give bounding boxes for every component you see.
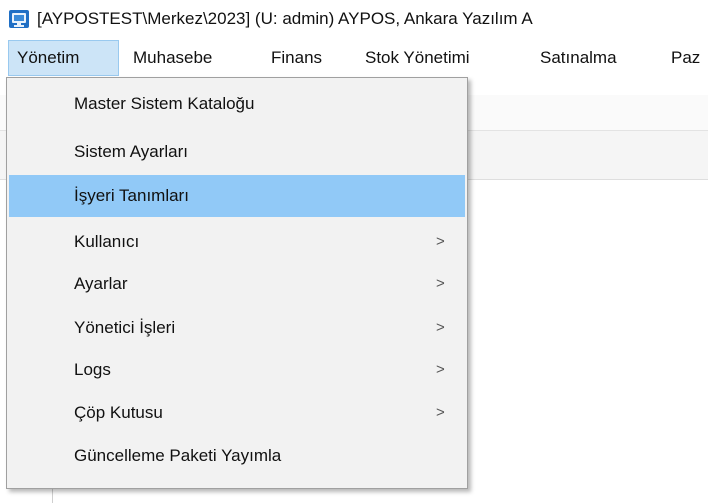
menu-item-label: Sistem Ayarları (74, 142, 189, 161)
menu-item-logs[interactable]: Logs > (9, 349, 465, 391)
menu-finans[interactable]: Finans (271, 40, 322, 76)
menu-pazarlama[interactable]: Paz (671, 40, 700, 76)
menu-item-label: Yönetici İşleri (74, 318, 176, 337)
menu-item-master-sistem-katalogu[interactable]: Master Sistem Kataloğu (9, 83, 465, 125)
menu-item-label: Logs (74, 360, 111, 379)
menu-muhasebe[interactable]: Muhasebe (133, 40, 212, 76)
menu-item-label: Ayarlar (74, 274, 128, 293)
chevron-right-icon: > (436, 233, 445, 250)
menu-satinalma[interactable]: Satınalma (540, 40, 617, 76)
chevron-right-icon: > (436, 404, 445, 421)
menu-item-kullanici[interactable]: Kullanıcı > (9, 221, 465, 263)
menu-item-label: Güncelleme Paketi Yayımla (74, 446, 282, 465)
window-title: [AYPOSTEST\Merkez\2023] (U: admin) AYPOS… (37, 9, 533, 28)
app-logo-icon[interactable] (9, 10, 29, 28)
menu-item-isyeri-tanimlari[interactable]: İşyeri Tanımları (9, 175, 465, 217)
chevron-right-icon: > (436, 361, 445, 378)
menu-item-ayarlar[interactable]: Ayarlar > (9, 263, 465, 305)
menu-item-label: Master Sistem Kataloğu (74, 94, 255, 113)
yonetim-dropdown-menu: Master Sistem Kataloğu Sistem Ayarları İ… (6, 77, 468, 489)
menu-bar: Yönetim Muhasebe Finans Stok Yönetimi Sa… (0, 40, 708, 76)
menu-item-yonetici-isleri[interactable]: Yönetici İşleri > (9, 307, 465, 349)
title-bar: [AYPOSTEST\Merkez\2023] (U: admin) AYPOS… (0, 0, 708, 38)
menu-yonetim[interactable]: Yönetim (8, 40, 119, 76)
menu-item-guncelleme-paketi-yayimla[interactable]: Güncelleme Paketi Yayımla (9, 435, 465, 477)
chevron-right-icon: > (436, 319, 445, 336)
menu-item-label: Kullanıcı (74, 232, 140, 251)
menu-item-sistem-ayarlari[interactable]: Sistem Ayarları (9, 131, 465, 173)
chevron-right-icon: > (436, 275, 445, 292)
menu-item-cop-kutusu[interactable]: Çöp Kutusu > (9, 392, 465, 434)
menu-item-label: Çöp Kutusu (74, 403, 163, 422)
menu-stok-yonetimi[interactable]: Stok Yönetimi (365, 40, 470, 76)
menu-item-label: İşyeri Tanımları (74, 186, 189, 205)
